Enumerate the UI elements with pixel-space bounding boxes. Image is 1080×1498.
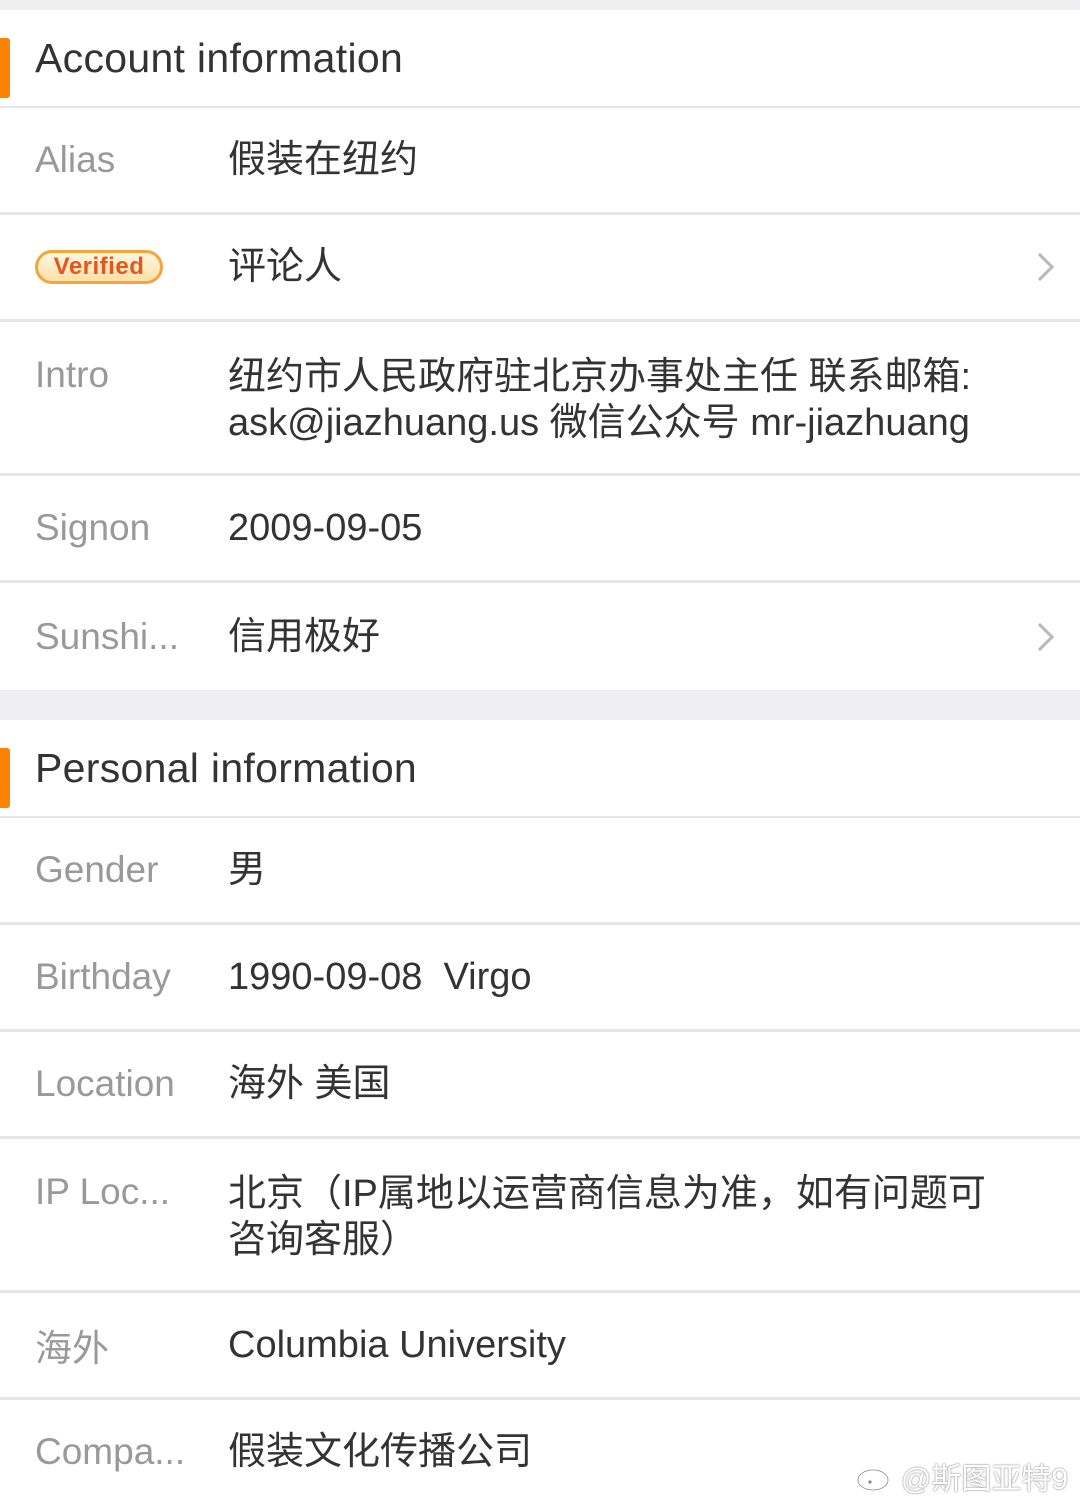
ip-location-label: IP Loc... bbox=[35, 1171, 171, 1212]
verified-badge-wrap: Verified bbox=[0, 250, 228, 284]
alias-row: Alias 假装在纽约 bbox=[0, 108, 1080, 215]
account-information-header: Account information bbox=[0, 10, 1080, 108]
section-title: Personal information bbox=[35, 744, 418, 791]
signon-value: 2009-09-05 bbox=[228, 507, 423, 549]
section-title: Account information bbox=[35, 34, 404, 81]
intro-value-line: ask@jiazhuang.us 微信公众号 mr-jiazhuang bbox=[228, 402, 970, 444]
location-row: Location 海外 美国 bbox=[0, 1032, 1080, 1139]
location-value: 海外 美国 bbox=[228, 1063, 391, 1105]
section-accent-bar bbox=[0, 748, 10, 808]
weibo-watermark: @斯图亚特9 bbox=[855, 1454, 1068, 1498]
personal-information-section: Personal information Gender 男 Birthday 1… bbox=[0, 720, 1080, 1498]
alias-label: Alias bbox=[35, 139, 116, 180]
profile-info-page: Account information Alias 假装在纽约 Verified… bbox=[0, 10, 1080, 1498]
birthday-value: 1990-09-08 Virgo bbox=[228, 956, 532, 998]
verified-badge: Verified bbox=[35, 250, 163, 284]
alias-value: 假装在纽约 bbox=[228, 139, 419, 181]
location-label: Location bbox=[35, 1063, 175, 1104]
verified-row[interactable]: Verified 评论人 bbox=[0, 215, 1080, 322]
gender-row: Gender 男 bbox=[0, 818, 1080, 925]
ip-location-value-line: 咨询客服） bbox=[228, 1219, 419, 1261]
sunshine-credit-label: Sunshi... bbox=[35, 615, 179, 657]
sunshine-credit-row[interactable]: Sunshi... 信用极好 bbox=[0, 583, 1080, 690]
birthday-label: Birthday bbox=[35, 956, 171, 997]
signon-label: Signon bbox=[35, 507, 151, 548]
overseas-school-value: Columbia University bbox=[228, 1324, 566, 1366]
company-label: Compa... bbox=[35, 1431, 186, 1472]
overseas-school-label: 海外 bbox=[35, 1328, 109, 1369]
intro-value-line: 纽约市人民政府驻北京办事处主任 联系邮箱: bbox=[228, 356, 972, 398]
verified-value: 评论人 bbox=[228, 246, 343, 288]
watermark-text: @斯图亚特9 bbox=[900, 1463, 1068, 1496]
weibo-icon bbox=[856, 1463, 894, 1492]
intro-value: 纽约市人民政府驻北京办事处主任 联系邮箱: ask@jiazhuang.us 微… bbox=[228, 354, 1080, 446]
personal-information-header: Personal information bbox=[0, 720, 1080, 818]
sunshine-credit-value: 信用极好 bbox=[228, 615, 381, 658]
overseas-school-row: 海外 Columbia University bbox=[0, 1293, 1080, 1400]
ip-location-value: 北京（IP属地以运营商信息为准，如有问题可 咨询客服） bbox=[228, 1171, 1080, 1263]
section-accent-bar bbox=[0, 38, 10, 98]
birthday-row: Birthday 1990-09-08 Virgo bbox=[0, 925, 1080, 1032]
gender-label: Gender bbox=[35, 849, 159, 890]
gender-value: 男 bbox=[228, 849, 267, 891]
account-information-section: Account information Alias 假装在纽约 Verified… bbox=[0, 10, 1080, 690]
intro-row: Intro 纽约市人民政府驻北京办事处主任 联系邮箱: ask@jiazhuan… bbox=[0, 322, 1080, 476]
signon-row: Signon 2009-09-05 bbox=[0, 476, 1080, 583]
ip-location-value-line: 北京（IP属地以运营商信息为准，如有问题可 bbox=[228, 1173, 986, 1215]
ip-location-row: IP Loc... 北京（IP属地以运营商信息为准，如有问题可 咨询客服） bbox=[0, 1139, 1080, 1293]
intro-label: Intro bbox=[35, 354, 110, 395]
